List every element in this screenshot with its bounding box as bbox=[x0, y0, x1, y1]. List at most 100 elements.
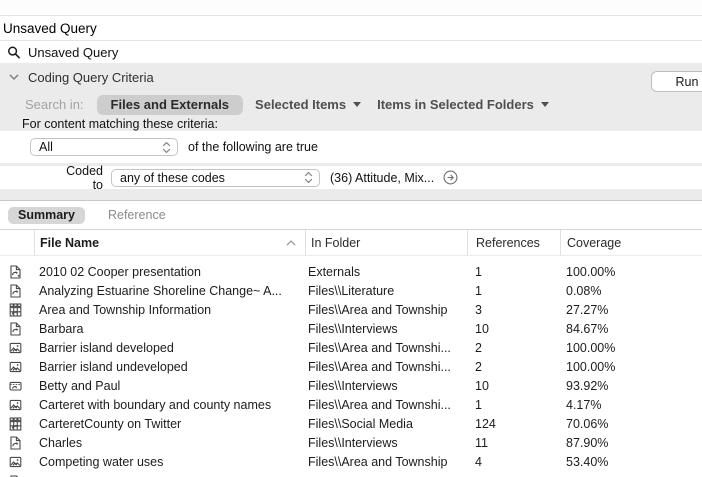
coverage-cell: 27.27% bbox=[566, 302, 609, 317]
in-folder-cell: Files\\Area and Townshi... bbox=[308, 398, 451, 413]
table-row[interactable]: Betty and Paul Files\\Interviews 10 93.92% bbox=[0, 377, 702, 396]
scope-button-label: Items in Selected Folders bbox=[377, 97, 534, 112]
references-cell: 124 bbox=[475, 417, 496, 432]
column-header-label: In Folder bbox=[311, 235, 361, 250]
file-icon-cell bbox=[0, 264, 34, 279]
file-name-cell: Charles bbox=[39, 436, 83, 451]
table-row[interactable]: Barrier island developed Files\\Area and … bbox=[0, 338, 702, 357]
operator-suffix-label: of the following are true bbox=[188, 140, 318, 154]
coded-to-label: Coded to bbox=[66, 163, 103, 192]
references-cell: 4 bbox=[475, 455, 482, 470]
tab-reference[interactable]: Reference bbox=[98, 207, 176, 224]
table-row[interactable]: Analyzing Estuarine Shoreline Change~ A.… bbox=[0, 281, 702, 300]
file-icon-cell bbox=[0, 398, 34, 412]
column-header-label: References bbox=[476, 235, 540, 250]
references-cell: 3 bbox=[475, 302, 482, 317]
column-header-coverage[interactable]: Coverage bbox=[560, 230, 702, 255]
column-header-references[interactable]: References bbox=[467, 230, 560, 255]
picture-icon bbox=[8, 398, 22, 412]
file-icon-cell bbox=[0, 417, 34, 431]
file-icon-cell bbox=[0, 284, 34, 298]
criteria-section-title: Coding Query Criteria bbox=[28, 70, 154, 85]
file-icon-cell bbox=[0, 303, 34, 317]
table-row[interactable]: Carteret with boundary and county names F… bbox=[0, 396, 702, 415]
window-title-bar: Unsaved Query bbox=[0, 16, 702, 41]
table-body: 2010 02 Cooper presentation Externals 1 100… bbox=[0, 256, 702, 477]
table-row[interactable] bbox=[0, 472, 702, 477]
operator-select[interactable]: All bbox=[30, 138, 178, 156]
tab-summary[interactable]: Summary bbox=[8, 206, 85, 224]
query-name-label: Unsaved Query bbox=[28, 44, 119, 60]
file-icon-cell bbox=[0, 341, 34, 355]
column-header-label: File Name bbox=[40, 235, 100, 250]
search-in-label: Search in: bbox=[25, 97, 84, 112]
dropdown-triangle-icon bbox=[540, 102, 549, 107]
coverage-cell: 100.00% bbox=[566, 264, 616, 279]
in-folder-cell: Files\\Interviews bbox=[308, 321, 398, 336]
scope-selected-items-button[interactable]: Selected Items bbox=[255, 97, 362, 112]
match-criteria-label: For content matching these criteria: bbox=[22, 117, 218, 131]
coverage-cell: 53.40% bbox=[566, 455, 609, 470]
picture-icon bbox=[8, 360, 22, 374]
coverage-cell: 84.67% bbox=[566, 321, 609, 336]
criteria-section-header[interactable]: Coding Query Criteria Run bbox=[0, 63, 702, 92]
coded-to-select-value: any of these codes bbox=[120, 170, 225, 185]
file-name-cell: Barrier island developed bbox=[39, 340, 174, 355]
in-folder-cell: Files\\Interviews bbox=[308, 436, 398, 451]
coverage-cell: 4.17% bbox=[566, 398, 602, 413]
in-folder-cell: Files\\Literature bbox=[308, 283, 395, 298]
in-folder-cell: Files\\Area and Township bbox=[308, 302, 448, 317]
table-row[interactable]: Competing water uses Files\\Area and Town… bbox=[0, 453, 702, 472]
external-document-icon bbox=[8, 264, 22, 279]
table-row[interactable]: 2010 02 Cooper presentation Externals 1 100… bbox=[0, 262, 702, 281]
table-header: File Name In Folder References Coverage bbox=[0, 230, 702, 256]
scope-items-in-selected-folders-button[interactable]: Items in Selected Folders bbox=[377, 97, 549, 112]
file-name-cell: Barrier island undeveloped bbox=[39, 360, 188, 375]
query-magnifier-icon bbox=[7, 45, 21, 59]
references-cell: 1 bbox=[475, 283, 482, 298]
file-name-cell: Competing water uses bbox=[39, 455, 164, 470]
file-name-cell: CarteretCounty on Twitter bbox=[39, 417, 182, 432]
references-cell: 1 bbox=[475, 264, 482, 279]
file-icon-cell bbox=[0, 436, 34, 450]
picture-icon bbox=[8, 455, 22, 469]
in-folder-cell: Files\\Area and Townshi... bbox=[308, 340, 451, 355]
file-name-cell: Carteret with boundary and county names bbox=[39, 398, 272, 413]
document-icon bbox=[8, 284, 22, 298]
icon-column-header bbox=[0, 230, 34, 255]
file-icon-cell bbox=[0, 360, 34, 374]
in-folder-cell: Files\\Interviews bbox=[308, 379, 398, 394]
coverage-cell: 93.92% bbox=[566, 379, 609, 394]
references-cell: 11 bbox=[475, 436, 488, 451]
dropdown-triangle-icon bbox=[353, 102, 362, 107]
coverage-cell: 70.06% bbox=[566, 417, 609, 432]
in-folder-cell: Files\\Social Media bbox=[308, 417, 413, 432]
page-title: Unsaved Query bbox=[3, 19, 101, 37]
column-header-in-folder[interactable]: In Folder bbox=[305, 230, 467, 255]
stepper-icon bbox=[301, 171, 315, 185]
in-folder-cell: Files\\Area and Townshi... bbox=[308, 360, 451, 375]
scope-button-label: Files and Externals bbox=[110, 97, 230, 112]
run-button[interactable]: Run bbox=[651, 71, 702, 92]
table-row[interactable]: CarteretCounty on Twitter Files\\Social M… bbox=[0, 415, 702, 434]
document-icon bbox=[8, 322, 22, 336]
circle-arrow-right-icon[interactable] bbox=[443, 170, 458, 185]
stepper-icon bbox=[159, 140, 173, 154]
table-row[interactable]: Charles Files\\Interviews 11 87.90% bbox=[0, 434, 702, 453]
table-row[interactable]: Area and Township Information Files\\Area… bbox=[0, 300, 702, 319]
column-header-label: Coverage bbox=[567, 235, 622, 250]
selected-codes-summary: (36) Attitude, Mix... bbox=[330, 170, 435, 185]
coded-to-select[interactable]: any of these codes bbox=[111, 168, 320, 187]
column-header-file-name[interactable]: File Name bbox=[34, 230, 305, 255]
document-icon bbox=[8, 436, 22, 450]
query-name-bar: Unsaved Query bbox=[0, 41, 702, 63]
results-tab-bar: Summary Reference bbox=[0, 201, 702, 229]
chevron-down-icon[interactable] bbox=[7, 71, 21, 85]
coverage-cell: 100.00% bbox=[566, 340, 616, 355]
in-folder-cell: Files\\Area and Township bbox=[308, 455, 448, 470]
table-row[interactable]: Barbara Files\\Interviews 10 84.67% bbox=[0, 319, 702, 338]
table-row[interactable]: Barrier island undeveloped Files\\Area an… bbox=[0, 357, 702, 376]
dataset-icon bbox=[8, 303, 22, 317]
toolbar-strip bbox=[0, 0, 702, 16]
scope-files-and-externals-button[interactable]: Files and Externals bbox=[96, 94, 244, 115]
